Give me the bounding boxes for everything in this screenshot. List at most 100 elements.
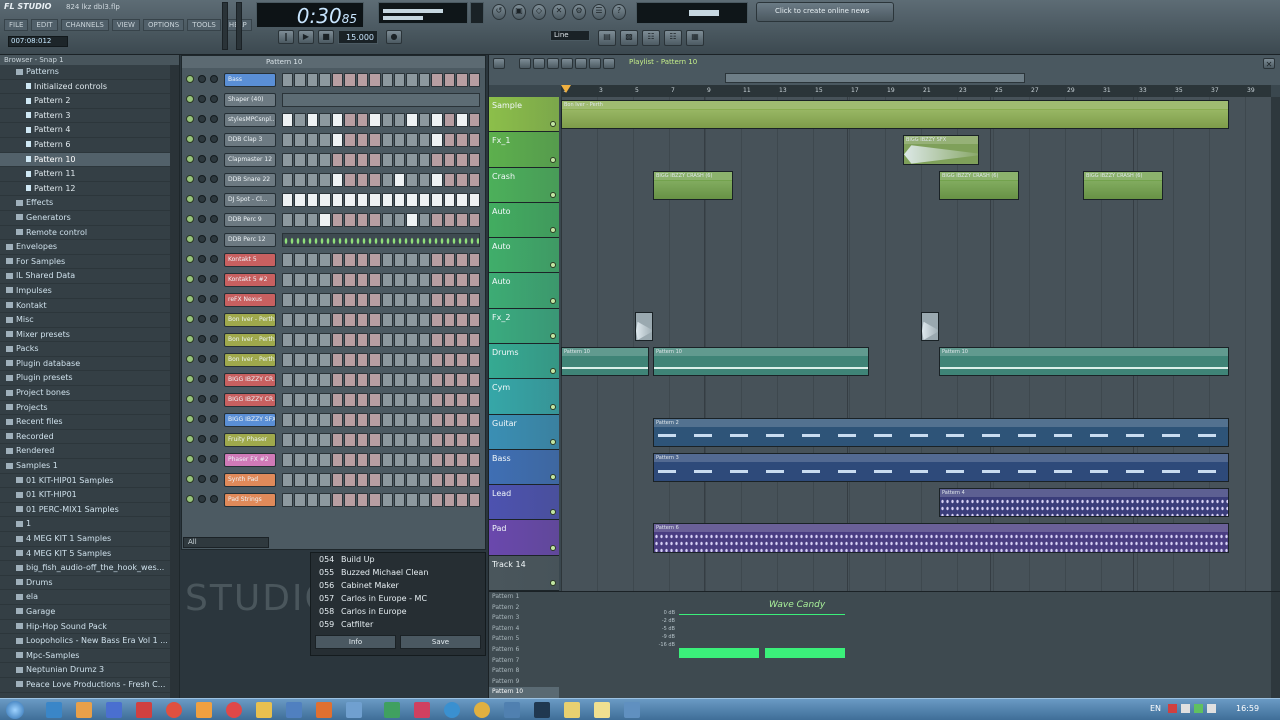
track-mute-led[interactable]: [550, 156, 556, 163]
brush-icon[interactable]: [533, 58, 545, 69]
pan-knob[interactable]: [198, 155, 206, 163]
notes-icon[interactable]: [594, 702, 610, 718]
volume-knob[interactable]: [210, 335, 218, 343]
pan-knob[interactable]: [198, 255, 206, 263]
step-button[interactable]: [306, 293, 319, 307]
step-button[interactable]: [393, 293, 406, 307]
step-button[interactable]: [356, 293, 369, 307]
step-button[interactable]: [294, 493, 306, 507]
step-button[interactable]: [381, 253, 393, 267]
step-button[interactable]: [406, 393, 418, 407]
step-button[interactable]: [443, 393, 456, 407]
track-header[interactable]: Drums: [489, 344, 559, 380]
volume-knob[interactable]: [210, 415, 218, 423]
close-icon[interactable]: ✕: [1263, 58, 1275, 69]
step-button[interactable]: [456, 293, 468, 307]
step-button[interactable]: [393, 433, 406, 447]
step-button[interactable]: [331, 393, 344, 407]
channel-name-button[interactable]: reFX Nexus: [224, 293, 276, 307]
step-button[interactable]: [418, 473, 431, 487]
volume-knob[interactable]: [210, 75, 218, 83]
playlist-h-scrollbar[interactable]: [725, 73, 1025, 83]
pan-knob[interactable]: [198, 215, 206, 223]
step-button[interactable]: [319, 313, 331, 327]
step-button[interactable]: [381, 273, 393, 287]
step-button[interactable]: [431, 213, 443, 227]
step-button[interactable]: [456, 353, 468, 367]
channel-led[interactable]: [186, 455, 194, 463]
channel-led[interactable]: [186, 155, 194, 163]
browser-item[interactable]: 01 KIT-HIP01 Samples: [0, 474, 179, 489]
channel-led[interactable]: [186, 255, 194, 263]
step-button[interactable]: [456, 493, 468, 507]
playlist-v-scrollbar[interactable]: [1271, 97, 1280, 591]
step-button[interactable]: [319, 273, 331, 287]
step-button[interactable]: [406, 433, 418, 447]
step-button[interactable]: [406, 493, 418, 507]
step-button[interactable]: [331, 473, 344, 487]
step-button[interactable]: [456, 313, 468, 327]
volume-knob[interactable]: [210, 455, 218, 463]
browser-item[interactable]: Plugin database: [0, 357, 179, 372]
step-button[interactable]: [443, 253, 456, 267]
step-button[interactable]: [393, 133, 406, 147]
browser-item[interactable]: Misc: [0, 313, 179, 328]
step-button[interactable]: [393, 153, 406, 167]
clock-time[interactable]: 16:59: [1236, 704, 1259, 713]
browser-item[interactable]: Mixer presets: [0, 328, 179, 343]
volume-knob[interactable]: [210, 155, 218, 163]
step-button[interactable]: [406, 413, 418, 427]
step-button[interactable]: [306, 453, 319, 467]
channel-name-button[interactable]: Clapmaster 12: [224, 153, 276, 167]
step-button[interactable]: [331, 273, 344, 287]
channel-name-button[interactable]: DJ Spot - Cl...: [224, 193, 276, 207]
step-button[interactable]: [306, 353, 319, 367]
step-button[interactable]: [319, 213, 331, 227]
playlist-clip[interactable]: Pattern 4: [939, 488, 1229, 518]
step-button[interactable]: [319, 113, 331, 127]
step-button[interactable]: [344, 413, 356, 427]
pan-knob[interactable]: [198, 115, 206, 123]
step-button[interactable]: [393, 493, 406, 507]
step-button[interactable]: [406, 193, 418, 207]
undo-icon[interactable]: ↺: [492, 4, 506, 20]
browser-item[interactable]: Peace Love Productions - Fresh C...: [0, 678, 179, 693]
channel-name-button[interactable]: DDB Clap 3: [224, 133, 276, 147]
menu-tools[interactable]: TOOLS: [187, 19, 221, 31]
step-button[interactable]: [294, 373, 306, 387]
step-button[interactable]: [393, 333, 406, 347]
app-icon-9[interactable]: [504, 702, 520, 718]
step-button[interactable]: [306, 173, 319, 187]
step-button[interactable]: [406, 353, 418, 367]
channel-name-button[interactable]: DDB Perc 9: [224, 213, 276, 227]
step-button[interactable]: [344, 213, 356, 227]
track-mute-led[interactable]: [550, 368, 556, 375]
pan-knob[interactable]: [198, 335, 206, 343]
step-button[interactable]: [393, 213, 406, 227]
step-button[interactable]: [306, 153, 319, 167]
step-button[interactable]: [306, 473, 319, 487]
channel-graph[interactable]: [282, 233, 480, 247]
step-button[interactable]: [306, 373, 319, 387]
playlist-grid[interactable]: Bon Iver - Perth BIGG IBZZY SFX BIGG IBZZY…: [561, 97, 1271, 591]
step-button[interactable]: [306, 333, 319, 347]
step-button[interactable]: [282, 353, 294, 367]
step-button[interactable]: [468, 173, 480, 187]
volume-knob[interactable]: [210, 135, 218, 143]
browser-item[interactable]: Pattern 2: [0, 94, 179, 109]
step-button[interactable]: [468, 313, 480, 327]
app-icon-1[interactable]: [106, 702, 122, 718]
track-header[interactable]: Guitar: [489, 414, 559, 450]
pan-knob[interactable]: [198, 275, 206, 283]
volume-knob[interactable]: [210, 495, 218, 503]
channel-name-button[interactable]: Bass: [224, 73, 276, 87]
step-button[interactable]: [468, 333, 480, 347]
browser-item[interactable]: Loopoholics - New Bass Era Vol 1 ...: [0, 634, 179, 649]
step-button[interactable]: [369, 473, 381, 487]
step-button[interactable]: [331, 413, 344, 427]
app-icon-8[interactable]: [414, 702, 430, 718]
pan-knob[interactable]: [198, 135, 206, 143]
step-button[interactable]: [369, 413, 381, 427]
step-button[interactable]: [468, 373, 480, 387]
step-button[interactable]: [406, 73, 418, 87]
